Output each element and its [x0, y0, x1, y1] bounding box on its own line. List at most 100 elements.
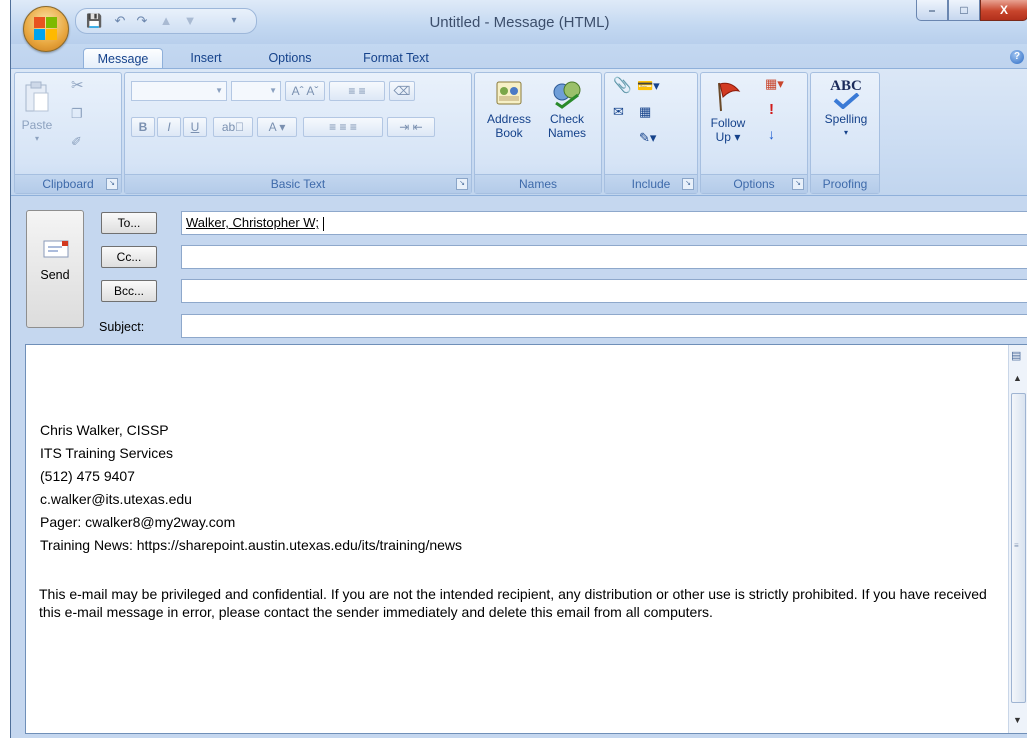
font-size-combo[interactable]: ▼ [231, 81, 281, 101]
highlight-button[interactable]: ab⃟ [213, 117, 253, 137]
signature-line: Pager: cwalker8@my2way.com [40, 514, 236, 530]
send-envelope-icon [43, 240, 69, 258]
office-logo-icon [34, 17, 58, 41]
bcc-button[interactable]: Bcc... [101, 280, 157, 302]
scrollbar-thumb[interactable]: ≡ [1011, 393, 1026, 703]
tab-options[interactable]: Options [259, 48, 321, 68]
checkmark-icon [833, 92, 860, 110]
to-recipient: Walker, Christopher W; [186, 215, 319, 230]
to-button[interactable]: To... [101, 212, 157, 234]
disclaimer-text: This e-mail may be privileged and confid… [39, 586, 987, 620]
signature-line: Training News: https://sharepoint.austin… [40, 537, 463, 553]
proofing-group-label: Proofing [811, 174, 879, 193]
scroll-up-arrow-icon[interactable]: ▲ [1013, 373, 1022, 383]
font-name-combo[interactable]: ▼ [131, 81, 227, 101]
attach-item-icon[interactable]: ✉ [613, 105, 624, 119]
low-importance-icon[interactable]: ↓ [768, 127, 775, 141]
subject-field[interactable] [181, 314, 1027, 338]
maximize-button[interactable]: □ [948, 0, 980, 21]
check-names-label-line1: Check [549, 112, 584, 126]
follow-up-button[interactable]: Follow Up ▾ [705, 79, 751, 144]
grow-shrink-font-button[interactable]: Aˆ Aˇ [285, 81, 325, 101]
minimize-button[interactable]: ⎯ [916, 0, 948, 21]
text-cursor [322, 216, 324, 231]
paste-label: Paste [21, 118, 53, 132]
alignment-buttons[interactable]: ≡ ≡ ≡ [303, 117, 383, 137]
subject-label: Subject: [99, 320, 145, 334]
signature-line: (512) 475 9407 [40, 468, 135, 484]
cc-button[interactable]: Cc... [101, 246, 157, 268]
office-button[interactable] [23, 6, 69, 52]
spelling-icon: ABC [830, 78, 862, 94]
indent-buttons[interactable]: ⇥ ⇤ [387, 117, 435, 137]
send-button[interactable]: Send [26, 210, 84, 328]
italic-button[interactable]: I [157, 117, 181, 137]
underline-button[interactable]: U [183, 117, 207, 137]
follow-up-label-line2: Up ▾ [715, 130, 741, 144]
follow-up-label-line1: Follow [710, 116, 746, 130]
ruler-toggle-icon[interactable]: ▤ [1011, 349, 1021, 362]
names-group-label: Names [475, 174, 601, 193]
cc-field[interactable] [181, 245, 1027, 269]
tab-format-text[interactable]: Format Text [351, 48, 441, 68]
title-bar: 💾 ↶ ↷ ▲ ▼ ▾ Untitled - Message (HTML) ⎯ … [11, 0, 1027, 52]
attach-file-icon[interactable]: 📎 [613, 78, 632, 93]
paste-dropdown-arrow: ▾ [34, 134, 39, 143]
outlook-message-window: 💾 ↶ ↷ ▲ ▼ ▾ Untitled - Message (HTML) ⎯ … [10, 0, 1027, 738]
address-book-label-line1: Address [486, 112, 532, 126]
business-card-icon[interactable]: 💳▾ [637, 79, 660, 93]
signature-line: c.walker@its.utexas.edu [40, 491, 192, 507]
options-group: Follow Up ▾ ▦▾ ! ↓ Options ↘ [700, 72, 808, 194]
chevron-down-icon: ▼ [269, 86, 277, 95]
tab-insert[interactable]: Insert [181, 48, 231, 68]
send-label: Send [40, 268, 70, 282]
proofing-group: ABC Spelling ▾ Proofing [810, 72, 880, 194]
message-body-editor[interactable]: Chris Walker, CISSP ITS Training Service… [25, 344, 1027, 734]
paste-icon [25, 81, 49, 112]
help-icon[interactable]: ? [1010, 50, 1024, 64]
scroll-down-arrow-icon[interactable]: ▼ [1013, 715, 1022, 725]
tab-message[interactable]: Message [83, 48, 163, 69]
window-controls: ⎯ □ X [916, 0, 1027, 22]
spelling-button[interactable]: ABC Spelling ▾ [817, 79, 875, 140]
bcc-field[interactable] [181, 279, 1027, 303]
font-color-button[interactable]: A ▾ [257, 117, 297, 137]
ribbon: Paste ▾ ✂ ❐ ✐ Clipboard ↘ ▼ ▼ Aˆ Aˇ ≡ ≡ … [11, 68, 1027, 196]
categorize-icon[interactable]: ▦▾ [765, 77, 784, 91]
include-group: 📎 💳▾ ✉ ▦ ✎▾ Include ↘ [604, 72, 698, 194]
vertical-scrollbar[interactable]: ▤ ▲ ≡ ▼ [1008, 345, 1027, 733]
check-names-icon [553, 81, 581, 109]
spelling-label: Spelling [824, 112, 868, 126]
message-header-form: Send To... Cc... Bcc... Subject: Walker,… [11, 196, 1027, 340]
high-importance-icon[interactable]: ! [769, 102, 774, 117]
check-names-label-line2: Names [547, 126, 586, 140]
copy-icon[interactable]: ❐ [71, 107, 83, 121]
signature-icon[interactable]: ✎▾ [639, 131, 656, 145]
signature-line: Chris Walker, CISSP [40, 422, 169, 438]
clipboard-launcher-icon[interactable]: ↘ [106, 178, 118, 190]
bullets-numbering-button[interactable]: ≡ ≡ [329, 81, 385, 101]
address-book-button[interactable]: Address Book [481, 79, 537, 140]
bold-button[interactable]: B [131, 117, 155, 137]
basic-text-group-label: Basic Text [125, 174, 471, 193]
paste-button[interactable]: Paste ▾ [21, 81, 53, 146]
close-button[interactable]: X [980, 0, 1027, 21]
format-painter-icon[interactable]: ✐ [71, 135, 82, 149]
signature-line: ITS Training Services [40, 445, 174, 461]
address-book-label-line2: Book [495, 126, 523, 140]
cut-icon[interactable]: ✂ [71, 78, 84, 93]
basic-text-launcher-icon[interactable]: ↘ [456, 178, 468, 190]
chevron-down-icon: ▼ [215, 86, 223, 95]
clipboard-group: Paste ▾ ✂ ❐ ✐ Clipboard ↘ [14, 72, 122, 194]
address-book-icon [496, 81, 522, 105]
clear-formatting-icon[interactable]: ⌫ [389, 81, 415, 101]
options-launcher-icon[interactable]: ↘ [792, 178, 804, 190]
grip-icon: ≡ [1014, 541, 1019, 550]
include-launcher-icon[interactable]: ↘ [682, 178, 694, 190]
ribbon-tabs: Message Insert Options Format Text ? [11, 44, 1027, 69]
to-field[interactable]: Walker, Christopher W; [181, 211, 1027, 235]
basic-text-group: ▼ ▼ Aˆ Aˇ ≡ ≡ ⌫ B I U ab⃟ A ▾ ≡ ≡ ≡ ⇥ ⇤ … [124, 72, 472, 194]
calendar-icon[interactable]: ▦ [639, 105, 651, 119]
check-names-button[interactable]: Check Names [539, 79, 595, 140]
window-title: Untitled - Message (HTML) [429, 14, 610, 31]
